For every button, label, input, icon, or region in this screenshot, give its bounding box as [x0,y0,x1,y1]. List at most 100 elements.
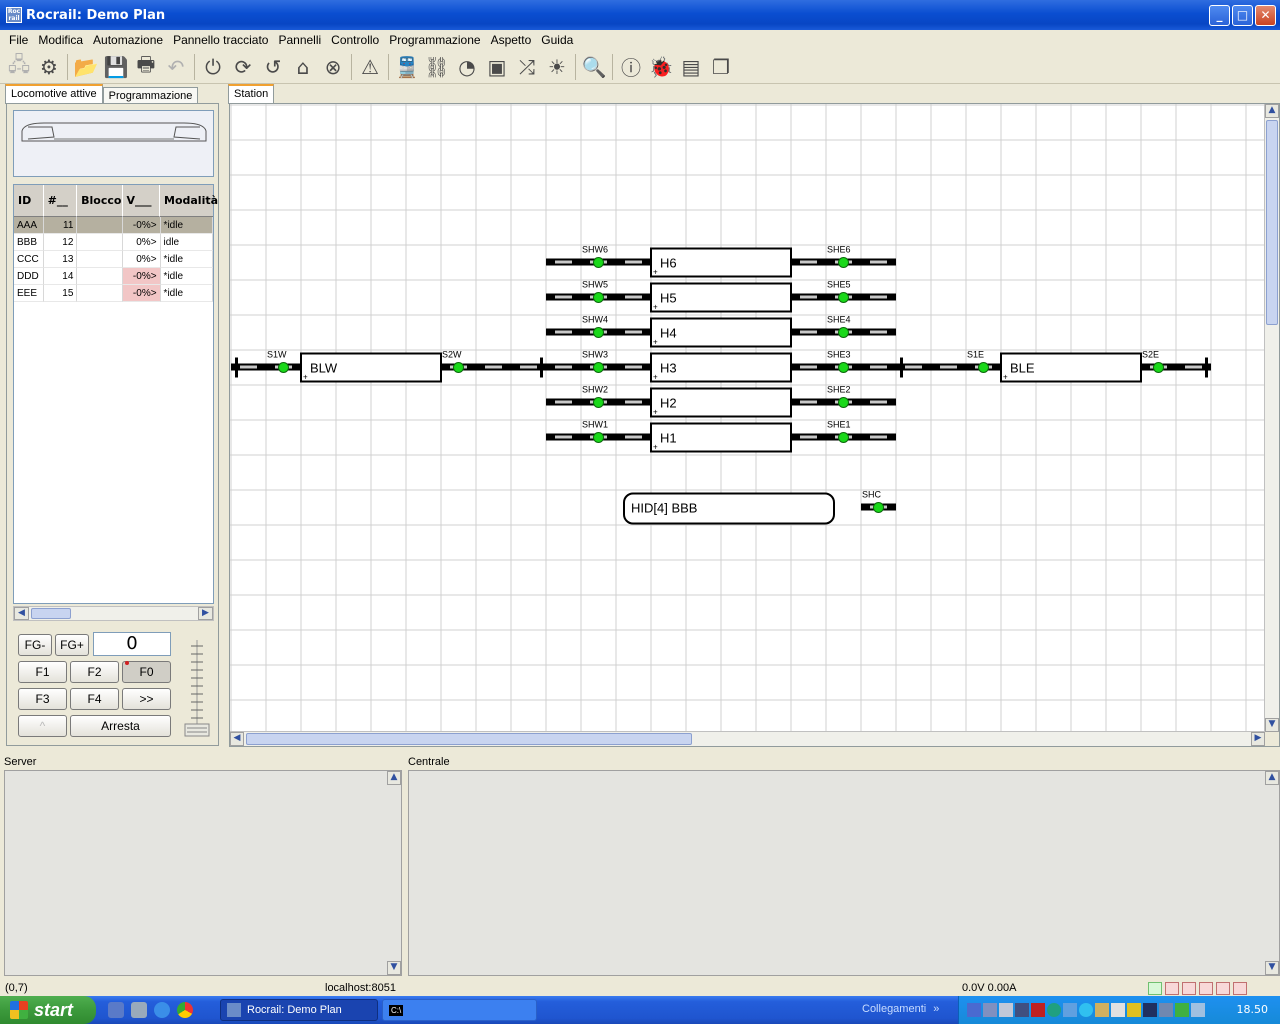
route-icon[interactable]: ▣ [482,52,512,82]
tray-icon[interactable] [1159,1003,1173,1017]
f1-button[interactable]: F1 [18,661,67,683]
scroll-thumb[interactable] [31,608,71,619]
signal-shc-label[interactable]: SHC [862,490,882,500]
signal-she6-label[interactable]: SHE6 [827,245,851,255]
block-h4-label[interactable]: H4 [660,326,677,341]
signal-she5-label[interactable]: SHE5 [827,280,851,290]
quicklaunch-media-icon[interactable] [108,1002,124,1018]
track-sleeper[interactable] [625,365,642,369]
track-sleeper[interactable] [555,400,572,404]
signal-shw5[interactable] [593,292,604,303]
track-sleeper[interactable] [800,400,817,404]
more-functions-button[interactable]: >> [122,688,171,710]
stop-button[interactable]: Arresta [70,715,171,737]
buffer-stop[interactable] [1205,357,1208,378]
signal-she2[interactable] [838,397,849,408]
f0-button[interactable]: F0 [122,661,171,683]
signal-she6[interactable] [838,257,849,268]
menu-automazione[interactable]: Automazione [88,33,168,47]
signal-shc[interactable] [873,502,884,513]
tray-icon[interactable] [1079,1003,1093,1017]
track-sleeper[interactable] [555,435,572,439]
tab-station[interactable]: Station [228,84,275,104]
column-header-mode[interactable]: Modalità [160,185,218,217]
block-h3-label[interactable]: H3 [660,361,677,376]
track-sleeper[interactable] [870,400,887,404]
signal-she5[interactable] [838,292,849,303]
track-sleeper[interactable] [800,260,817,264]
menu-modifica[interactable]: Modifica [33,33,88,47]
taskbar-item-rocrail[interactable]: Rocrail: Demo Plan [220,999,378,1021]
shuffle-icon[interactable]: ⤮ [512,52,542,82]
quicklaunch-chrome-icon[interactable] [177,1002,193,1018]
undo-icon[interactable]: ↶ [161,52,191,82]
network-icon[interactable] [1191,1003,1205,1017]
block-h4-marker[interactable]: + [653,338,658,347]
block-ble-marker[interactable]: + [1003,373,1008,382]
f4-button[interactable]: F4 [70,688,119,710]
block-h2-label[interactable]: H2 [660,396,677,411]
signal-shw3-label[interactable]: SHW3 [582,350,608,360]
tray-icon[interactable] [983,1003,997,1017]
track-sleeper[interactable] [520,365,537,369]
signal-shw2-label[interactable]: SHW2 [582,385,608,395]
signal-shw2[interactable] [593,397,604,408]
track-sleeper[interactable] [555,260,572,264]
column-header-block[interactable]: Blocco [77,185,123,217]
zoom-icon[interactable]: 🔍 [579,52,609,82]
pages-icon[interactable]: ❐ [706,52,736,82]
column-header-id[interactable]: ID [14,185,44,217]
tray-icon[interactable] [1031,1003,1045,1017]
track-sleeper[interactable] [555,295,572,299]
track-sleeper[interactable] [625,295,642,299]
tray-icon[interactable] [1047,1003,1061,1017]
signal-shw5-label[interactable]: SHW5 [582,280,608,290]
scroll-down-icon[interactable]: ▼ [1265,718,1279,732]
taskbar-item-console[interactable]: C:\ [382,999,537,1021]
train-icon[interactable]: 🚆 [392,52,422,82]
track-sleeper[interactable] [800,435,817,439]
open-icon[interactable]: 📂 [71,52,101,82]
quicklaunch-ie-icon[interactable] [154,1002,170,1018]
links-expand-icon[interactable]: » [933,1003,939,1015]
save-icon[interactable]: 💾 [101,52,131,82]
tray-icon[interactable] [1095,1003,1109,1017]
quicklaunch-explorer-icon[interactable] [131,1002,147,1018]
block-h5-marker[interactable]: + [653,303,658,312]
direction-button[interactable]: ^ [18,715,67,737]
wagon-icon[interactable]: ⛓ [422,52,452,82]
fg-plus-button[interactable]: FG+ [55,634,89,656]
scroll-right-icon[interactable]: ▶ [198,607,213,620]
central-log[interactable]: ▲ ▼ [408,770,1280,976]
close-button[interactable]: ✕ [1255,5,1276,26]
tab-programmazione[interactable]: Programmazione [102,87,199,104]
block-h6-label[interactable]: H6 [660,256,677,271]
track-sleeper[interactable] [240,365,257,369]
home-icon[interactable]: ⌂ [288,52,318,82]
scroll-up-icon[interactable]: ▲ [1265,104,1279,118]
cancel-icon[interactable]: ⊗ [318,52,348,82]
track-sleeper[interactable] [870,365,887,369]
plan-vertical-scrollbar[interactable]: ▲ ▼ [1264,104,1279,732]
track-sleeper[interactable] [870,295,887,299]
block-h1-marker[interactable]: + [653,443,658,452]
signal-s2w[interactable] [453,362,464,373]
speed-slider[interactable] [183,638,211,738]
info-icon[interactable]: ⓘ [616,52,646,82]
scroll-left-icon[interactable]: ◀ [14,607,29,620]
f2-button[interactable]: F2 [70,661,119,683]
block-h1-label[interactable]: H1 [660,431,677,446]
track-plan-canvas[interactable]: SHW6 SHE6 H6 + SHW5 SHE5 H5 + SHW4 SHE4 H4 + SHW3 SHE… [230,104,1265,732]
text-block-hid-label[interactable]: HID[4] BBB [631,501,697,516]
signal-shw6[interactable] [593,257,604,268]
track-sleeper[interactable] [625,260,642,264]
menu-guida[interactable]: Guida [536,33,578,47]
track-sleeper[interactable] [1185,365,1202,369]
signal-she3[interactable] [838,362,849,373]
menu-file[interactable]: File [4,33,33,47]
scroll-left-icon[interactable]: ◀ [230,732,244,746]
buffer-stop[interactable] [540,357,543,378]
tray-icon[interactable] [1143,1003,1157,1017]
signal-shw6-label[interactable]: SHW6 [582,245,608,255]
table-row[interactable]: EEE 15 -0%> *idle [14,285,213,302]
